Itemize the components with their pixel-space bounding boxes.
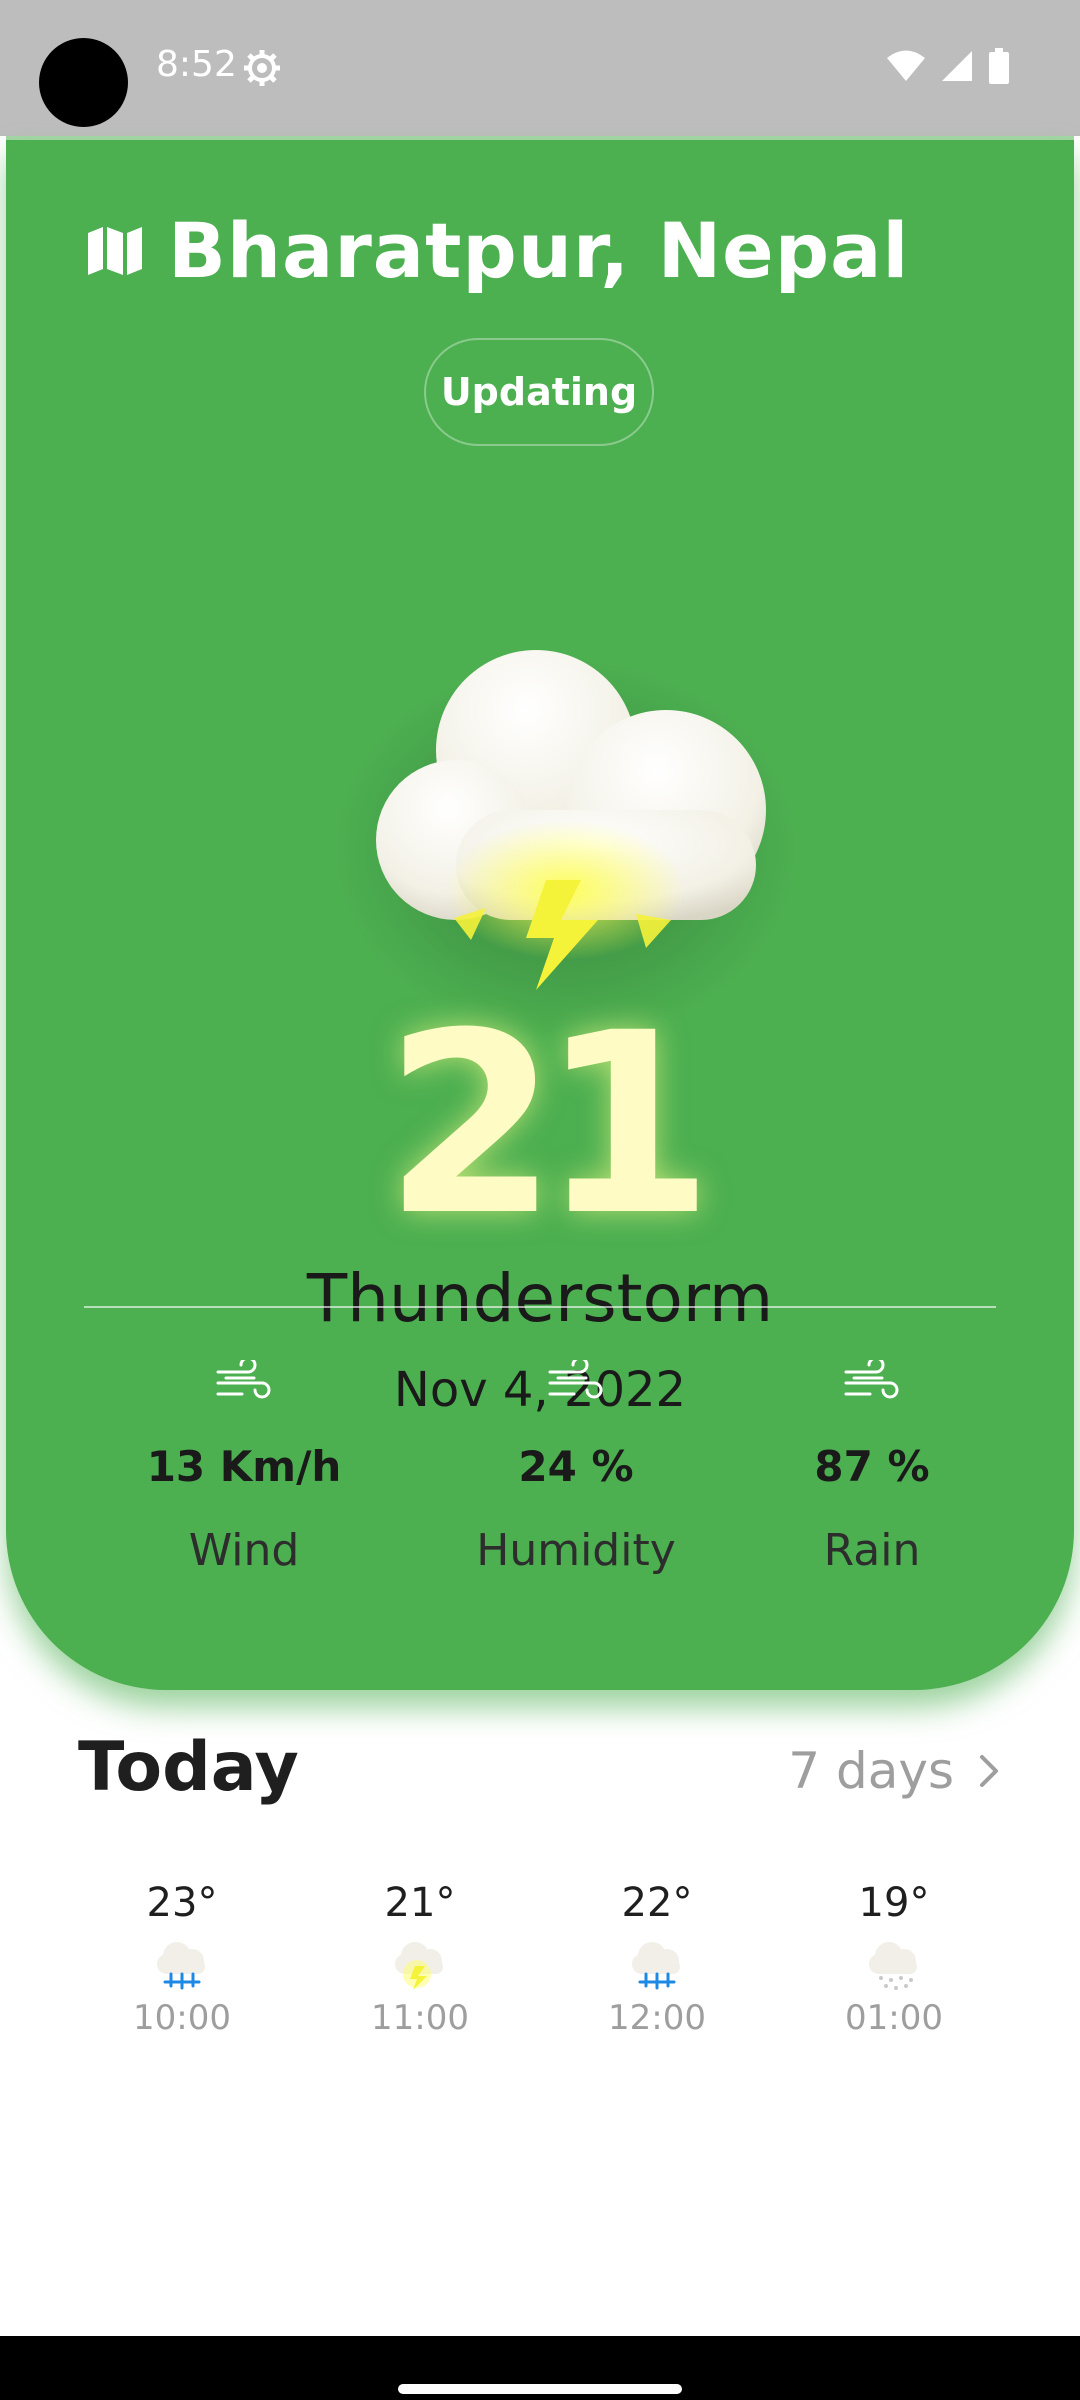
- stat-rain: 87 % Rain: [722, 1360, 1022, 1576]
- camera-cutout: [39, 38, 128, 127]
- hour-time: 10:00: [133, 1998, 231, 2038]
- humidity-label: Humidity: [476, 1525, 676, 1576]
- status-bar: 8:52: [0, 0, 1080, 136]
- rain-cloud-icon: [632, 1942, 680, 1990]
- wind-icon: [548, 1360, 603, 1399]
- home-gesture-handle[interactable]: [398, 2384, 682, 2394]
- wind-label: Wind: [188, 1525, 300, 1576]
- today-title: Today: [78, 1728, 299, 1807]
- wind-value: 13 Km/h: [146, 1442, 342, 1491]
- hour-item[interactable]: 22° 12:00: [567, 1880, 747, 2038]
- rain-cloud-icon: [157, 1942, 205, 1990]
- stat-humidity: 24 % Humidity: [426, 1360, 726, 1576]
- hour-item[interactable]: 19° 01:00: [804, 1880, 984, 2038]
- hour-item[interactable]: 21° 11:00: [330, 1880, 510, 2038]
- hour-temp: 21°: [384, 1880, 456, 1926]
- snow-cloud-icon: [869, 1942, 917, 1990]
- rain-value: 87 %: [814, 1442, 930, 1491]
- wind-icon: [216, 1360, 271, 1399]
- rain-label: Rain: [823, 1525, 921, 1576]
- storm-cloud-icon: [395, 1942, 443, 1990]
- stat-wind: 13 Km/h Wind: [94, 1360, 394, 1576]
- humidity-value: 24 %: [518, 1442, 634, 1491]
- weather-stats: 13 Km/h Wind 24 % Humidity 87 % Rain: [6, 140, 1074, 1690]
- wind-icon: [844, 1360, 899, 1399]
- battery-icon: [989, 48, 1009, 84]
- seven-days-label: 7 days: [788, 1742, 954, 1800]
- hourly-forecast: 23° 10:00 21° 11:00 22° 12:00 19° 01:00: [0, 1880, 1080, 2060]
- hour-temp: 22°: [621, 1880, 693, 1926]
- hour-time: 11:00: [371, 1998, 469, 2038]
- hour-temp: 19°: [858, 1880, 930, 1926]
- hour-temp: 23°: [146, 1880, 218, 1926]
- chevron-right-icon: [980, 1755, 998, 1787]
- hour-time: 12:00: [608, 1998, 706, 2038]
- status-icons: [886, 48, 1010, 84]
- hour-time: 01:00: [845, 1998, 943, 2038]
- current-weather-card: Bharatpur, Nepal Updating 21 Thunderstor…: [6, 140, 1074, 1690]
- signal-icon: [942, 51, 972, 81]
- seven-days-link[interactable]: 7 days: [788, 1742, 1002, 1800]
- status-time: 8:52: [156, 44, 237, 85]
- gear-icon: [244, 50, 280, 86]
- wifi-icon: [887, 50, 925, 81]
- hour-item[interactable]: 23° 10:00: [92, 1880, 272, 2038]
